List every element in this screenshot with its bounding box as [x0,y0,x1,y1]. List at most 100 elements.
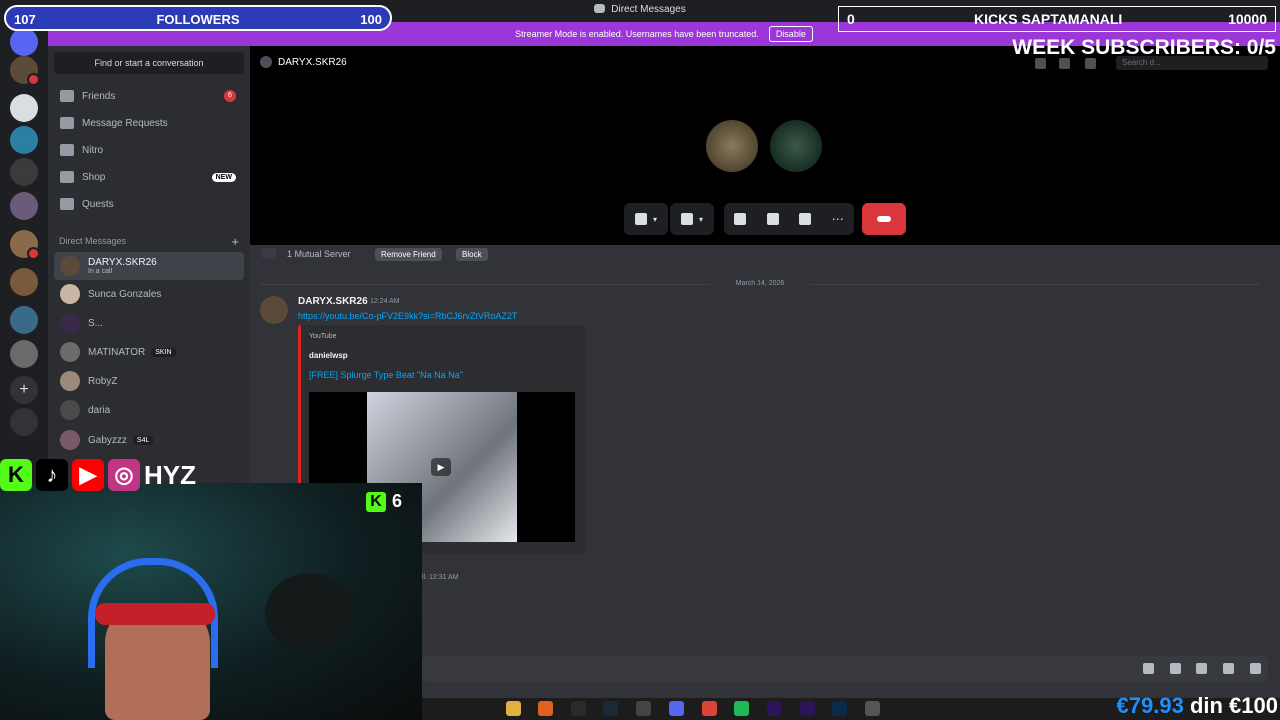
remove-friend-button[interactable]: Remove Friend [375,248,442,261]
play-icon[interactable]: ▶ [431,458,451,476]
dm-name: Gabyzzz [88,434,127,446]
new-badge: NEW [211,172,236,182]
discord-icon [594,4,606,13]
disable-button[interactable]: Disable [768,26,813,42]
discord-icon[interactable] [669,701,684,716]
server-folder[interactable] [10,268,38,296]
block-button[interactable]: Block [456,248,488,261]
call-area: DARYX.SKR26 Search d... ▾ ▾ ⋯ [250,46,1280,245]
dm-item[interactable]: Sunca Gonzales [54,280,244,308]
after-effects-icon[interactable] [767,701,782,716]
participant-avatar[interactable] [706,120,758,172]
disconnect-button[interactable] [862,203,906,235]
camera-button[interactable]: ▾ [670,203,714,235]
nav-label: Message Requests [82,117,168,129]
home-button[interactable] [10,28,38,56]
nav-nitro[interactable]: Nitro [54,138,244,162]
donation-goal: din €100 [1183,693,1278,718]
server-icon[interactable] [10,158,38,186]
add-server-icon[interactable]: + [10,376,38,404]
dm-item[interactable]: DARYX.SKR26 In a call [54,252,244,280]
server-folder[interactable] [10,192,38,220]
server-icon[interactable] [10,56,40,86]
nav-message-requests[interactable]: Message Requests [54,111,244,135]
more-icon[interactable]: ⋯ [832,212,844,226]
dm-header: Direct Messages + [59,234,239,249]
nav-label: Quests [82,198,114,210]
dm-item[interactable]: MATINATOR SKIN [54,338,244,366]
spotify-icon[interactable] [734,701,749,716]
file-explorer-icon[interactable] [506,701,521,716]
nav-quests[interactable]: Quests [54,192,244,216]
discover-icon[interactable] [10,408,38,436]
quests-icon [60,198,74,210]
steam-icon[interactable] [603,701,618,716]
gif-icon[interactable] [1170,663,1181,674]
screen-share-icon[interactable] [734,213,747,225]
date-separator: March 14, 2026 [260,280,1260,287]
server-icon[interactable] [10,94,38,122]
microphone-icon [634,213,647,225]
firefox-icon[interactable] [538,701,553,716]
dm-item[interactable]: daria [54,396,244,424]
gift-icon[interactable] [1143,663,1154,674]
message-link[interactable]: https://youtu.be/Co-pFV2E9kk?si=RbCJ6rvZ… [298,311,517,321]
followers-goal: 100 [360,12,382,27]
social-overlay: K ♪ ▶ ◎ HYZ [0,459,196,491]
nav-friends[interactable]: Friends 6 [54,84,244,108]
nitro-icon [60,144,74,156]
kicks-label: KICKS SAPTAMANALI [974,11,1123,27]
server-icon [262,248,276,259]
epic-games-icon[interactable] [571,701,586,716]
photoshop-icon[interactable] [832,701,847,716]
shop-icon [60,171,74,183]
soundboard-icon[interactable] [799,213,812,225]
dm-tag: S4L [132,435,154,445]
sticker-icon[interactable] [1196,663,1207,674]
create-dm-icon[interactable]: + [231,234,239,249]
embed-title[interactable]: [FREE] Splurge Type Beat "Na Na Na" [309,370,463,380]
participant-avatar[interactable] [770,120,822,172]
find-conversation-input[interactable]: Find or start a conversation [54,52,244,74]
avatar [60,430,80,450]
message-author[interactable]: DARYX.SKR26 [298,296,368,307]
taskbar-app-icon[interactable] [865,701,880,716]
kicks-goal: 10000 [1228,11,1267,27]
message-time: ll. 12:31 AM [422,574,459,581]
chevron-down-icon: ▾ [652,214,657,224]
server-folder[interactable] [10,306,38,334]
chevron-down-icon: ▾ [698,214,703,224]
embed-provider: YouTube [309,333,337,340]
kick-count-overlay: K 6 [366,491,402,512]
server-icon[interactable] [10,126,38,154]
server-folder[interactable] [10,230,40,260]
mute-button[interactable]: ▾ [624,203,668,235]
embed-author[interactable]: danielwsp [309,351,348,360]
call-controls: ⋯ [724,203,854,235]
dm-item[interactable]: Gabyzzz S4L [54,426,244,454]
premiere-icon[interactable] [800,701,815,716]
instagram-icon: ◎ [108,459,140,491]
apps-icon[interactable] [1250,663,1261,674]
avatar[interactable] [260,296,288,324]
chrome-icon[interactable] [702,701,717,716]
avatar [60,400,80,420]
server-folder[interactable] [10,340,38,368]
avatar [260,56,272,68]
call-name: DARYX.SKR26 [278,56,347,68]
emoji-icon[interactable] [1223,663,1234,674]
taskbar-app-icon[interactable] [636,701,651,716]
nav-shop[interactable]: Shop NEW [54,165,244,189]
kick-count: 6 [392,491,403,511]
dm-name: Sunca Gonzales [88,288,162,300]
mutual-servers[interactable]: 1 Mutual Server [287,249,351,259]
activities-icon[interactable] [766,213,779,225]
message-input[interactable] [422,656,1268,682]
camera-off-icon [680,213,693,225]
headband [95,603,215,625]
nav-label: Friends [82,90,116,102]
dm-item[interactable]: RobyZ [54,367,244,395]
dm-item[interactable]: S... [54,309,244,337]
profile-bar: 1 Mutual Server Remove Friend Block [250,245,1280,265]
donation-overlay: €79.93 din €100 [1117,693,1278,719]
